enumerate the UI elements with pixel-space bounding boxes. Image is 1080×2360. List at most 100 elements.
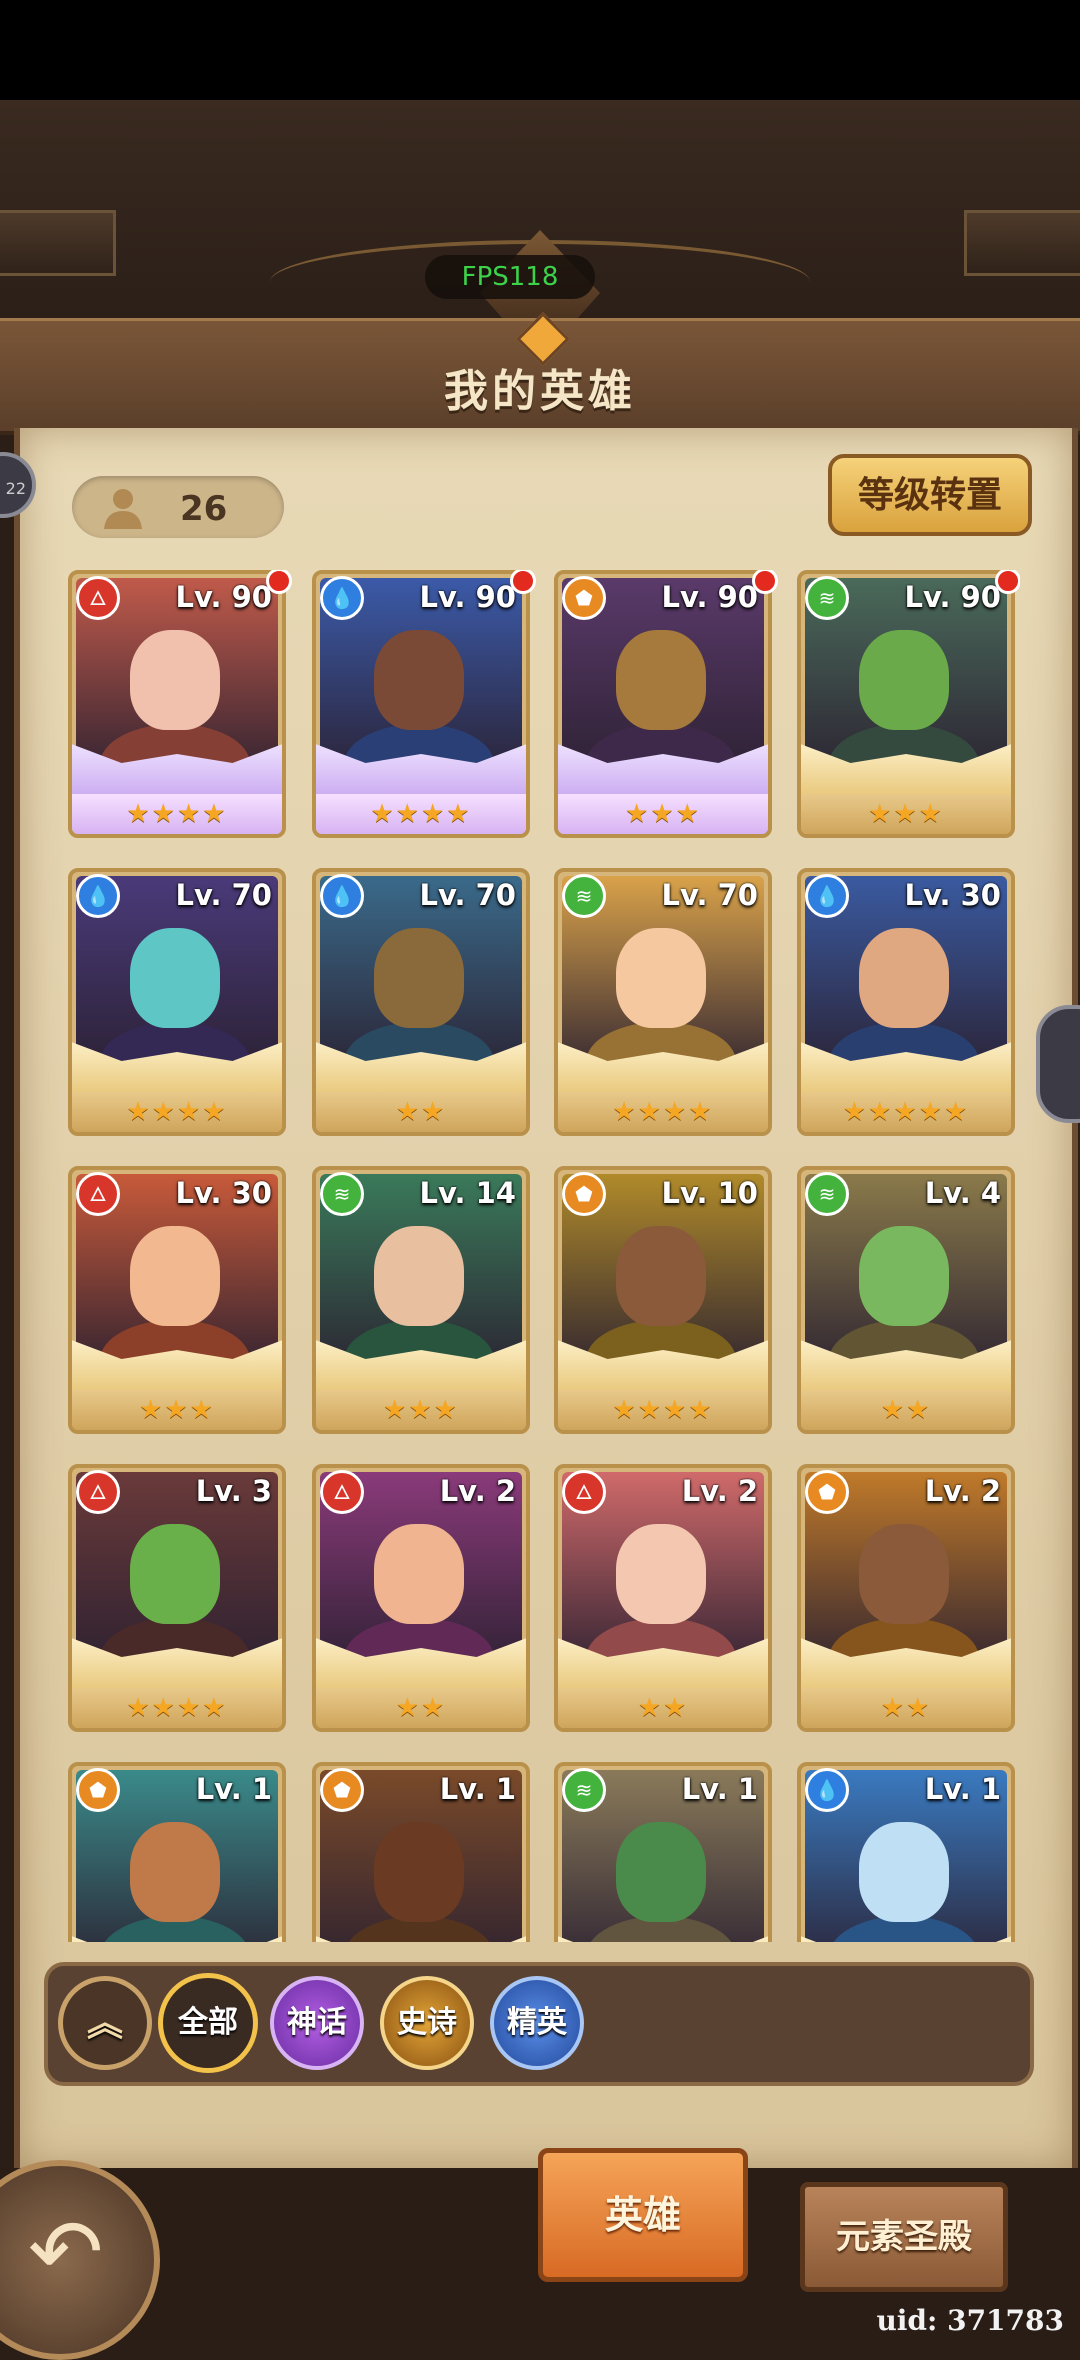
hero-stars: ★★ bbox=[801, 1688, 1011, 1728]
hero-stars: ★★ bbox=[558, 1688, 768, 1728]
hero-card[interactable]: ★★★ ≋ Lv. 90 bbox=[797, 570, 1015, 838]
user-id: uid: 371783 bbox=[876, 2304, 1064, 2337]
fire-element-icon: 🜂 bbox=[76, 1172, 120, 1216]
hero-stars: ★★★★★ bbox=[801, 1092, 1011, 1132]
page-title: 我的英雄 bbox=[444, 366, 636, 417]
hero-card[interactable]: ★★ 💧 Lv. 70 bbox=[312, 868, 530, 1136]
filter-epic-button[interactable]: 史诗 bbox=[380, 1976, 474, 2070]
wind-element-icon: ≋ bbox=[562, 874, 606, 918]
notification-dot bbox=[266, 570, 292, 594]
earth-element-icon: ⬟ bbox=[562, 576, 606, 620]
hero-stars: ★★★★ bbox=[316, 794, 526, 834]
hero-level: Lv. 30 bbox=[175, 1176, 273, 1210]
hero-face bbox=[616, 630, 706, 730]
hero-card[interactable]: ★★★ ⬟ Lv. 90 bbox=[554, 570, 772, 838]
fire-element-icon: 🜂 bbox=[562, 1470, 606, 1514]
side-collapse-button[interactable] bbox=[1036, 1005, 1080, 1123]
hero-card[interactable]: ★★★★ 💧 Lv. 90 bbox=[312, 570, 530, 838]
hero-card[interactable]: ★★★★ 🜂 Lv. 90 bbox=[68, 570, 286, 838]
hero-stars: ★★★★ bbox=[72, 1688, 282, 1728]
hero-stars: ★★★★ bbox=[72, 794, 282, 834]
notification-dot bbox=[510, 570, 536, 594]
hero-level: Lv. 70 bbox=[661, 878, 759, 912]
hero-stars: ★★★★ bbox=[72, 1092, 282, 1132]
fire-element-icon: 🜂 bbox=[76, 576, 120, 620]
hero-stars: ★★ bbox=[316, 1688, 526, 1728]
hero-level: Lv. 90 bbox=[661, 580, 759, 614]
filter-all-button[interactable]: 全部 bbox=[158, 1973, 258, 2073]
hero-card[interactable]: ★★★★ 🜂 Lv. 3 bbox=[68, 1464, 286, 1732]
level-transfer-button[interactable]: 等级转置 bbox=[828, 454, 1032, 536]
collapse-button[interactable]: ︽ bbox=[58, 1976, 152, 2070]
hero-card[interactable]: ★★★★ ≋ Lv. 70 bbox=[554, 868, 772, 1136]
hero-stars: ★★★ bbox=[72, 1390, 282, 1430]
hero-level: Lv. 4 bbox=[924, 1176, 1001, 1210]
hero-card[interactable]: ★★★★ ⬟ Lv. 10 bbox=[554, 1166, 772, 1434]
hero-stars: ★★★ bbox=[801, 794, 1011, 834]
person-icon bbox=[104, 489, 142, 529]
hero-face bbox=[374, 1524, 464, 1624]
hero-level: Lv. 2 bbox=[924, 1474, 1001, 1508]
hero-card[interactable]: ★★ 🜂 Lv. 2 bbox=[554, 1464, 772, 1732]
fire-element-icon: 🜂 bbox=[76, 1470, 120, 1514]
hero-face bbox=[616, 928, 706, 1028]
left-pillar-decoration bbox=[0, 210, 116, 276]
water-element-icon: 💧 bbox=[805, 1768, 849, 1812]
hero-face bbox=[374, 928, 464, 1028]
hero-stars: ★★★ bbox=[558, 794, 768, 834]
hero-level: Lv. 70 bbox=[175, 878, 273, 912]
right-pillar-decoration bbox=[964, 210, 1080, 276]
hero-face bbox=[374, 1226, 464, 1326]
hero-face bbox=[616, 1524, 706, 1624]
hero-stars: ★★ bbox=[316, 1092, 526, 1132]
hero-level: Lv. 90 bbox=[175, 580, 273, 614]
hero-stars: ★★★ bbox=[316, 1390, 526, 1430]
water-element-icon: 💧 bbox=[76, 874, 120, 918]
fps-counter: FPS118 bbox=[425, 255, 595, 299]
hero-level: Lv. 90 bbox=[904, 580, 1002, 614]
earth-element-icon: ⬟ bbox=[805, 1470, 849, 1514]
filter-elite-button[interactable]: 精英 bbox=[490, 1976, 584, 2070]
hero-face bbox=[130, 1822, 220, 1922]
hero-card[interactable]: ★★ ≋ Lv. 4 bbox=[797, 1166, 1015, 1434]
hero-level: Lv. 2 bbox=[681, 1474, 758, 1508]
hero-card[interactable]: ≋ Lv. 1 bbox=[554, 1762, 772, 1942]
hero-count: 26 bbox=[180, 489, 228, 529]
hero-stars: ★★ bbox=[801, 1390, 1011, 1430]
hero-face bbox=[374, 1822, 464, 1922]
hero-grid: ★★★★ 🜂 Lv. 90 ★★★★ 💧 Lv. 90 ★★★ ⬟ Lv. 90 ★★★ ≋ Lv. … bbox=[60, 570, 1020, 1942]
hero-face bbox=[859, 1822, 949, 1922]
hero-card[interactable]: ⬟ Lv. 1 bbox=[312, 1762, 530, 1942]
hero-card[interactable]: ★★★ 🜂 Lv. 30 bbox=[68, 1166, 286, 1434]
hero-card[interactable]: 💧 Lv. 1 bbox=[797, 1762, 1015, 1942]
hero-card[interactable]: ★★★★ 💧 Lv. 70 bbox=[68, 868, 286, 1136]
hero-face bbox=[130, 1524, 220, 1624]
notification-dot bbox=[752, 570, 778, 594]
status-bar bbox=[0, 0, 1080, 100]
tab-heroes[interactable]: 英雄 bbox=[538, 2148, 748, 2282]
hero-level: Lv. 1 bbox=[439, 1772, 516, 1806]
filter-mythic-button[interactable]: 神话 bbox=[270, 1976, 364, 2070]
hero-card[interactable]: ★★ ⬟ Lv. 2 bbox=[797, 1464, 1015, 1732]
earth-element-icon: ⬟ bbox=[562, 1172, 606, 1216]
hero-card[interactable]: ★★★★★ 💧 Lv. 30 bbox=[797, 868, 1015, 1136]
wind-element-icon: ≋ bbox=[805, 576, 849, 620]
hero-card[interactable]: ★★★ ≋ Lv. 14 bbox=[312, 1166, 530, 1434]
wind-element-icon: ≋ bbox=[320, 1172, 364, 1216]
tab-element-temple[interactable]: 元素圣殿 bbox=[800, 2182, 1008, 2292]
wind-element-icon: ≋ bbox=[562, 1768, 606, 1812]
hero-level: Lv. 1 bbox=[681, 1772, 758, 1806]
hero-level: Lv. 90 bbox=[419, 580, 517, 614]
hero-face bbox=[130, 928, 220, 1028]
earth-element-icon: ⬟ bbox=[76, 1768, 120, 1812]
hero-level: Lv. 70 bbox=[419, 878, 517, 912]
hero-card[interactable]: ★★ 🜂 Lv. 2 bbox=[312, 1464, 530, 1732]
fire-element-icon: 🜂 bbox=[320, 1470, 364, 1514]
hero-level: Lv. 3 bbox=[195, 1474, 272, 1508]
notification-dot bbox=[995, 570, 1020, 594]
hero-face bbox=[859, 630, 949, 730]
hero-face bbox=[859, 928, 949, 1028]
hero-card[interactable]: ⬟ Lv. 1 bbox=[68, 1762, 286, 1942]
hero-face bbox=[130, 1226, 220, 1326]
hero-stars: ★★★★ bbox=[558, 1092, 768, 1132]
